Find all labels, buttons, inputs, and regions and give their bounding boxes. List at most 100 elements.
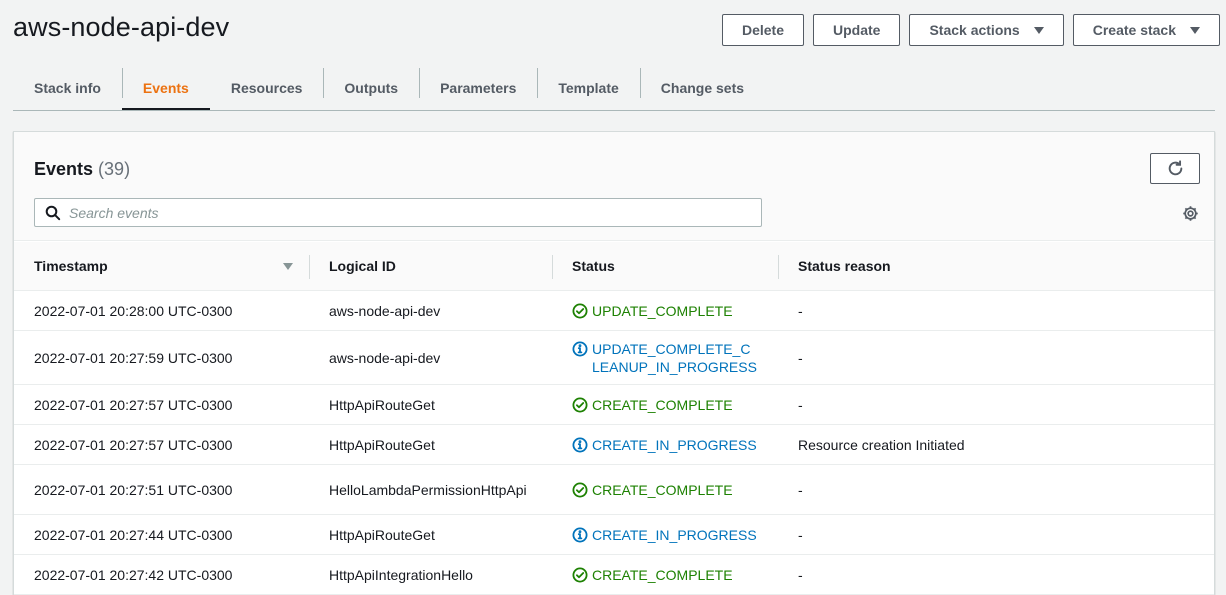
gear-icon	[1182, 205, 1198, 221]
status-text: CREATE_COMPLETE	[592, 396, 733, 413]
events-panel-header: Events (39)	[14, 132, 1214, 241]
search-input[interactable]	[69, 204, 729, 221]
cell-logical-id: aws-node-api-dev	[329, 349, 441, 366]
stack-tabs: Stack info Events Resources Outputs Para…	[13, 64, 1226, 111]
status-info-icon	[572, 340, 588, 357]
status-indicator: CREATE_IN_PROGRESS	[572, 436, 757, 454]
create-stack-label: Create stack	[1092, 22, 1176, 38]
events-count: (39)	[98, 159, 131, 179]
status-text: UPDATE_COMPLETE	[592, 302, 733, 319]
status-success-icon	[572, 566, 588, 583]
cell-status-reason: -	[798, 566, 803, 583]
cell-timestamp: 2022-07-01 20:27:51 UTC-0300	[34, 481, 233, 498]
cell-logical-id: HelloLambdaPermissionHttpApi	[329, 481, 527, 498]
status-indicator: UPDATE_COMPLETE	[572, 302, 733, 320]
column-header-label: Timestamp	[34, 258, 108, 274]
table-row[interactable]: 2022-07-01 20:28:00 UTC-0300 aws-node-api…	[14, 291, 1214, 331]
table-header: Timestamp Logical ID Status Status reaso…	[14, 242, 1214, 291]
column-header-label: Logical ID	[329, 258, 396, 274]
delete-button[interactable]: Delete	[721, 14, 804, 46]
table-row[interactable]: 2022-07-01 20:27:57 UTC-0300 HttpApiRoute…	[14, 425, 1214, 465]
status-indicator: CREATE_COMPLETE	[572, 396, 733, 414]
cell-logical-id: aws-node-api-dev	[329, 302, 441, 319]
update-button-label: Update	[833, 22, 881, 38]
cell-status: CREATE_COMPLETE	[552, 555, 778, 594]
sort-descending-icon[interactable]	[283, 263, 293, 270]
cell-timestamp: 2022-07-01 20:27:59 UTC-0300	[34, 349, 233, 366]
status-indicator: CREATE_COMPLETE	[572, 566, 733, 584]
events-title: Events (39)	[34, 159, 130, 180]
cell-logical-id: HttpApiRouteGet	[329, 396, 435, 413]
events-table: Timestamp Logical ID Status Status reaso…	[14, 242, 1214, 595]
cell-status-reason: Resource creation Initiated	[798, 436, 965, 453]
caret-down-icon	[1190, 26, 1200, 34]
page-title: aws-node-api-dev	[13, 12, 230, 42]
status-indicator: CREATE_COMPLETE	[572, 481, 733, 499]
table-settings-button[interactable]	[1180, 203, 1200, 223]
status-success-icon	[572, 302, 588, 319]
refresh-icon	[1168, 160, 1182, 176]
cell-status: UPDATE_COMPLETE_CLEANUP_IN_PROGRESS	[552, 331, 778, 384]
cell-status-reason: -	[798, 302, 803, 319]
refresh-button[interactable]	[1150, 153, 1200, 184]
status-success-icon	[572, 396, 588, 413]
status-text: CREATE_COMPLETE	[592, 481, 733, 498]
table-row[interactable]: 2022-07-01 20:27:59 UTC-0300 aws-node-api…	[14, 331, 1214, 385]
search-icon	[45, 205, 61, 220]
cell-logical-id: HttpApiRouteGet	[329, 526, 435, 543]
table-row[interactable]: 2022-07-01 20:27:42 UTC-0300 HttpApiInteg…	[14, 555, 1214, 595]
column-header-status-reason[interactable]: Status reason	[778, 242, 1214, 290]
events-panel: Events (39) Timestam	[13, 131, 1215, 595]
events-title-text: Events	[34, 159, 94, 179]
status-text: CREATE_COMPLETE	[592, 566, 733, 583]
stack-actions-label: Stack actions	[929, 22, 1020, 38]
tab-change-sets[interactable]: Change sets	[639, 64, 765, 111]
cell-status-reason: -	[798, 396, 803, 413]
tab-stack-info[interactable]: Stack info	[13, 64, 122, 111]
cell-timestamp: 2022-07-01 20:27:42 UTC-0300	[34, 566, 233, 583]
cell-timestamp: 2022-07-01 20:27:44 UTC-0300	[34, 526, 233, 543]
table-body: 2022-07-01 20:28:00 UTC-0300 aws-node-api…	[14, 291, 1214, 595]
cell-status: UPDATE_COMPLETE	[552, 291, 778, 330]
cell-status-reason: -	[798, 349, 803, 366]
table-row[interactable]: 2022-07-01 20:27:44 UTC-0300 HttpApiRoute…	[14, 515, 1214, 555]
tab-events[interactable]: Events	[121, 64, 210, 111]
search-field[interactable]	[34, 198, 762, 227]
cell-status: CREATE_COMPLETE	[552, 385, 778, 424]
cell-logical-id: HttpApiIntegrationHello	[329, 566, 473, 583]
caret-down-icon	[1033, 26, 1044, 34]
cell-timestamp: 2022-07-01 20:27:57 UTC-0300	[34, 436, 233, 453]
table-row[interactable]: 2022-07-01 20:27:57 UTC-0300 HttpApiRoute…	[14, 385, 1214, 425]
create-stack-dropdown[interactable]: Create stack	[1072, 14, 1220, 46]
status-text: CREATE_IN_PROGRESS	[592, 436, 757, 453]
status-text: UPDATE_COMPLETE_CLEANUP_IN_PROGRESS	[592, 340, 757, 375]
column-header-status[interactable]: Status	[552, 242, 778, 290]
status-text: CREATE_IN_PROGRESS	[592, 526, 757, 543]
status-indicator: CREATE_IN_PROGRESS	[572, 526, 757, 544]
delete-button-label: Delete	[741, 22, 784, 38]
tab-outputs[interactable]: Outputs	[323, 64, 419, 111]
status-info-icon	[572, 436, 588, 453]
cell-timestamp: 2022-07-01 20:28:00 UTC-0300	[34, 302, 233, 319]
status-info-icon	[572, 526, 588, 543]
tabs-divider	[13, 110, 1215, 111]
stack-actions-bar: Delete Update Stack actions Create stack	[721, 14, 1220, 46]
cell-timestamp: 2022-07-01 20:27:57 UTC-0300	[34, 396, 233, 413]
status-success-icon	[572, 481, 588, 498]
stack-actions-dropdown[interactable]: Stack actions	[909, 14, 1064, 46]
cell-status: CREATE_COMPLETE	[552, 465, 778, 514]
column-header-logical-id[interactable]: Logical ID	[309, 242, 552, 290]
column-header-label: Status reason	[798, 258, 891, 274]
table-row[interactable]: 2022-07-01 20:27:51 UTC-0300 HelloLambdaP…	[14, 465, 1214, 515]
update-button[interactable]: Update	[813, 14, 901, 46]
tab-parameters[interactable]: Parameters	[419, 64, 537, 111]
cell-status-reason: -	[798, 481, 803, 498]
tab-template[interactable]: Template	[537, 64, 639, 111]
cell-logical-id: HttpApiRouteGet	[329, 436, 435, 453]
tab-resources[interactable]: Resources	[210, 64, 324, 111]
column-header-timestamp[interactable]: Timestamp	[14, 242, 309, 290]
cell-status: CREATE_IN_PROGRESS	[552, 515, 778, 554]
status-indicator: UPDATE_COMPLETE_CLEANUP_IN_PROGRESS	[572, 340, 758, 376]
cell-status-reason: -	[798, 526, 803, 543]
cell-status: CREATE_IN_PROGRESS	[552, 425, 778, 464]
